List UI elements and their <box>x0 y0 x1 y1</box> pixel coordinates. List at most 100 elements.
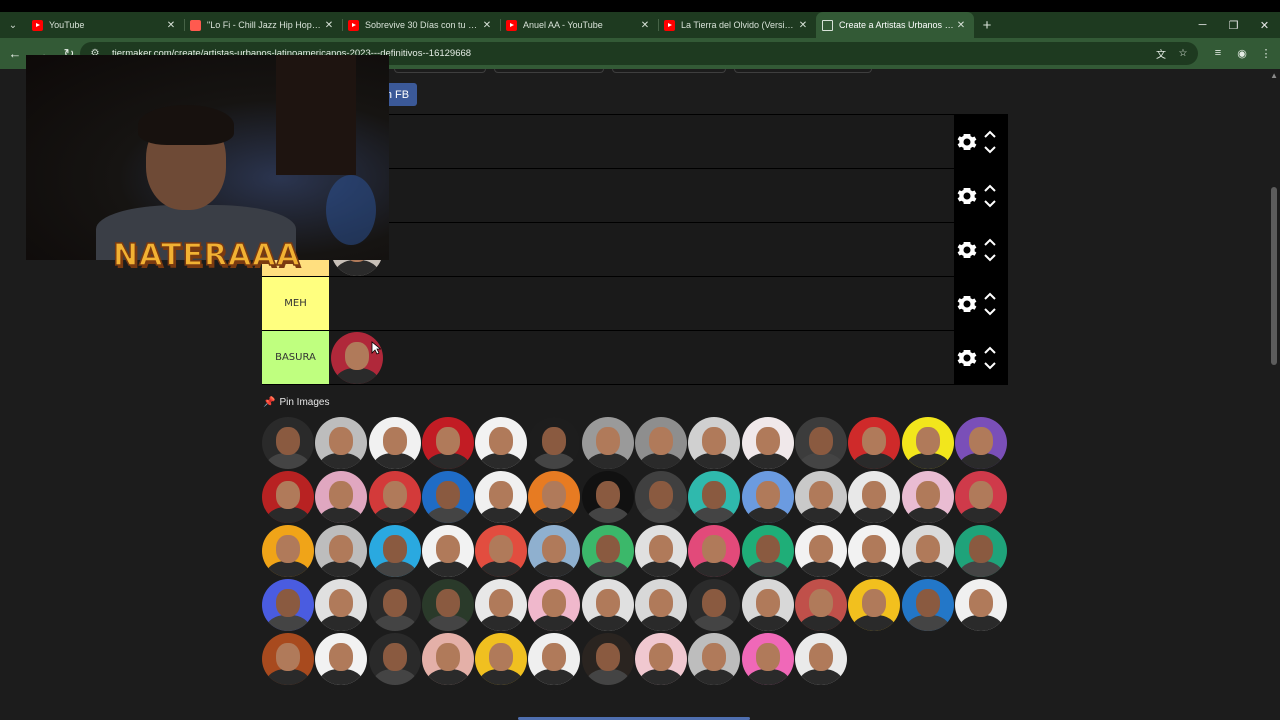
artist-image[interactable] <box>901 471 954 523</box>
artist-image[interactable] <box>368 417 421 469</box>
tier-settings-gear-icon[interactable] <box>957 132 977 152</box>
artist-image[interactable] <box>688 525 741 577</box>
artist-image[interactable] <box>688 633 741 685</box>
tab-6[interactable]: Create a Artistas Urbanos Latinos✕ <box>816 12 974 38</box>
artist-image[interactable] <box>794 633 847 685</box>
tier-drop-zone[interactable] <box>329 277 954 330</box>
move-tier-up-icon[interactable] <box>984 184 996 192</box>
artist-image[interactable] <box>262 579 314 631</box>
artist-image[interactable] <box>741 525 794 577</box>
top-button-4[interactable] <box>734 69 872 73</box>
tab-1[interactable]: YouTube ✕ <box>26 12 184 38</box>
artist-image[interactable] <box>794 525 847 577</box>
artist-image[interactable] <box>475 525 528 577</box>
tab-search-icon[interactable]: ⌄ <box>0 12 26 38</box>
artist-image[interactable] <box>848 525 901 577</box>
tab-4[interactable]: Anuel AA - YouTube ✕ <box>500 12 658 38</box>
close-tab-icon[interactable]: ✕ <box>164 20 178 31</box>
artist-image[interactable] <box>262 633 314 685</box>
artist-image[interactable] <box>741 579 794 631</box>
profile-icon[interactable]: ◉ <box>1234 45 1250 61</box>
tab-5[interactable]: La Tierra del Olvido (Versión Salsa✕ <box>658 12 816 38</box>
artist-image[interactable] <box>315 471 368 523</box>
artist-image[interactable] <box>901 417 954 469</box>
media-controls-icon[interactable]: ≡ <box>1210 45 1226 61</box>
scrollbar[interactable]: ▲ <box>1268 69 1280 720</box>
artist-image[interactable] <box>581 471 634 523</box>
artist-image[interactable] <box>635 579 688 631</box>
artist-image[interactable] <box>581 579 634 631</box>
menu-dots-icon[interactable]: ⋮ <box>1258 45 1274 61</box>
scroll-up-icon[interactable]: ▲ <box>1270 71 1278 80</box>
artist-image[interactable] <box>262 471 314 523</box>
tier-settings-gear-icon[interactable] <box>957 186 977 206</box>
artist-image[interactable] <box>421 579 474 631</box>
artist-image[interactable] <box>794 471 847 523</box>
artist-image[interactable] <box>528 417 581 469</box>
tier-label[interactable]: BASURA <box>262 331 329 384</box>
artist-image[interactable] <box>368 525 421 577</box>
artist-image[interactable] <box>581 417 634 469</box>
artist-image[interactable] <box>315 417 368 469</box>
artist-image[interactable] <box>581 525 634 577</box>
artist-image[interactable] <box>528 471 581 523</box>
restore-icon[interactable]: ❐ <box>1218 12 1249 38</box>
artist-image[interactable] <box>794 579 847 631</box>
close-tab-icon[interactable]: ✕ <box>954 20 968 31</box>
tier-settings-gear-icon[interactable] <box>957 294 977 314</box>
artist-image[interactable] <box>954 471 1007 523</box>
tier-drop-zone[interactable] <box>329 115 954 168</box>
close-tab-icon[interactable]: ✕ <box>480 20 494 31</box>
tier-drop-zone[interactable] <box>329 223 954 276</box>
artist-image[interactable] <box>368 471 421 523</box>
artist-image[interactable] <box>475 579 528 631</box>
artist-image[interactable] <box>741 417 794 469</box>
artist-image[interactable] <box>848 417 901 469</box>
artist-image[interactable] <box>635 471 688 523</box>
artist-image[interactable] <box>581 633 634 685</box>
move-tier-up-icon[interactable] <box>984 346 996 354</box>
close-tab-icon[interactable]: ✕ <box>796 20 810 31</box>
tier-drop-zone[interactable] <box>329 169 954 222</box>
minimize-icon[interactable]: ─ <box>1187 12 1218 38</box>
top-button-2[interactable] <box>494 69 604 73</box>
top-button-3[interactable] <box>612 69 726 73</box>
artist-image[interactable] <box>528 633 581 685</box>
move-tier-up-icon[interactable] <box>984 130 996 138</box>
artist-image[interactable] <box>475 633 528 685</box>
artist-image[interactable] <box>688 579 741 631</box>
artist-image[interactable] <box>528 579 581 631</box>
artist-image[interactable] <box>954 417 1007 469</box>
artist-image[interactable] <box>848 579 901 631</box>
artist-image[interactable] <box>475 417 528 469</box>
move-tier-down-icon[interactable] <box>984 199 996 208</box>
move-tier-up-icon[interactable] <box>984 292 996 300</box>
close-tab-icon[interactable]: ✕ <box>638 20 652 31</box>
close-window-icon[interactable]: ✕ <box>1249 12 1280 38</box>
move-tier-down-icon[interactable] <box>984 145 996 154</box>
artist-image[interactable] <box>688 417 741 469</box>
pin-images-toggle[interactable]: 📌 Pin Images <box>263 397 329 408</box>
artist-image[interactable] <box>794 417 847 469</box>
artist-image[interactable] <box>368 579 421 631</box>
artist-image[interactable] <box>368 633 421 685</box>
new-tab-button[interactable]: + <box>974 17 1000 34</box>
artist-image[interactable] <box>635 417 688 469</box>
artist-image[interactable] <box>421 525 474 577</box>
artist-image[interactable] <box>262 525 314 577</box>
tier-label[interactable]: MEH <box>262 277 329 330</box>
artist-image[interactable] <box>901 579 954 631</box>
artist-image[interactable] <box>421 633 474 685</box>
artist-image[interactable] <box>901 525 954 577</box>
artist-image[interactable] <box>954 579 1007 631</box>
top-button-1[interactable] <box>394 69 486 73</box>
artist-image[interactable] <box>421 471 474 523</box>
artist-image[interactable] <box>315 579 368 631</box>
artist-image[interactable] <box>262 417 314 469</box>
translate-icon[interactable]: ⽂ <box>1154 46 1168 61</box>
artist-image[interactable] <box>315 633 368 685</box>
artist-image[interactable] <box>741 471 794 523</box>
move-tier-up-icon[interactable] <box>984 238 996 246</box>
move-tier-down-icon[interactable] <box>984 253 996 262</box>
move-tier-down-icon[interactable] <box>984 361 996 370</box>
